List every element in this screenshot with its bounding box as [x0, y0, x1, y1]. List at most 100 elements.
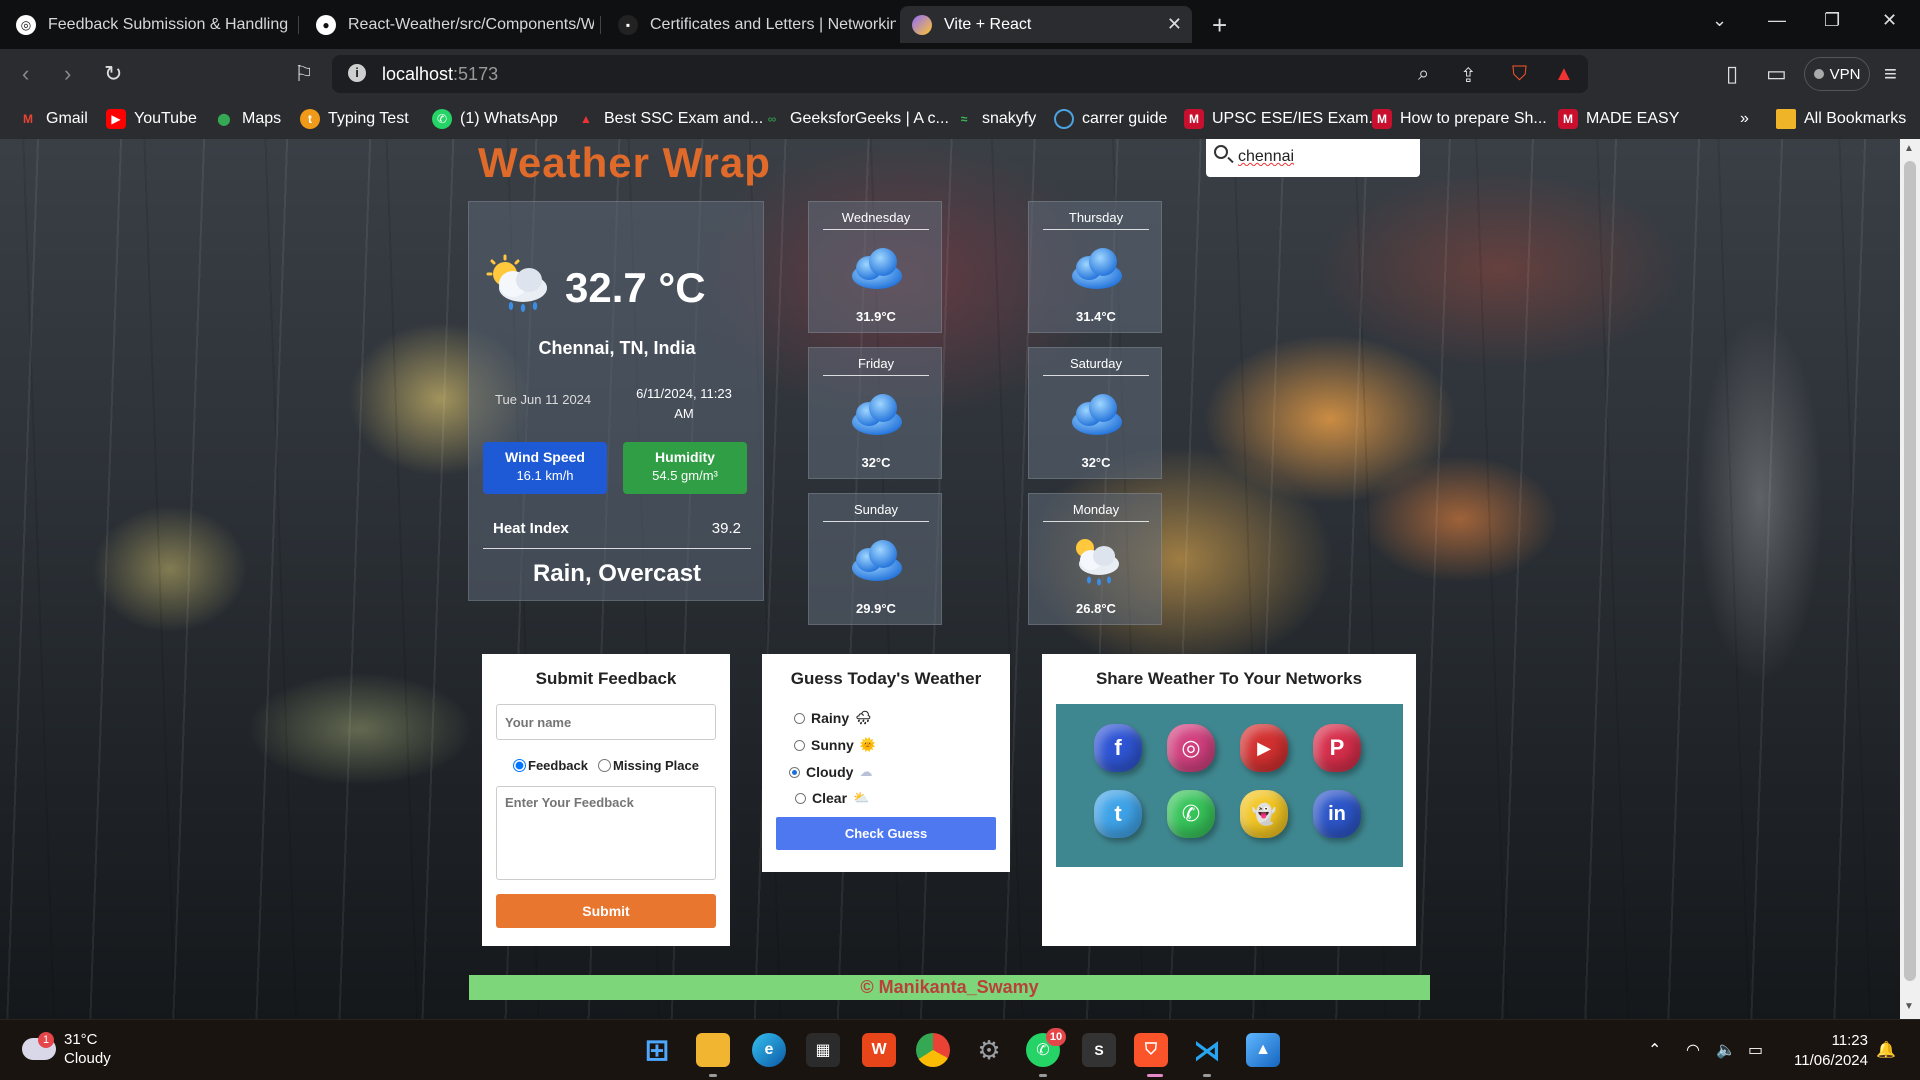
- more-bookmarks-button[interactable]: »: [1740, 107, 1749, 131]
- pinterest-icon[interactable]: P: [1313, 724, 1361, 772]
- bookmark-geeksforgeeks[interactable]: ∞ GeeksforGeeks | A c...: [762, 107, 949, 131]
- tab-search-chevron-icon[interactable]: ⌄: [1712, 10, 1727, 31]
- snipping-tool-icon[interactable]: S: [1082, 1033, 1116, 1067]
- bookmark-youtube[interactable]: ▶ YouTube: [106, 107, 197, 131]
- reload-button[interactable]: ↻: [104, 61, 122, 87]
- radio-button[interactable]: [794, 739, 805, 751]
- page-viewport: Weather Wrap 32.7 °C Chennai, TN, India …: [0, 139, 1900, 1019]
- made-easy-icon: M: [1558, 109, 1578, 129]
- search-input[interactable]: [1238, 145, 1408, 169]
- facebook-icon[interactable]: f: [1094, 724, 1142, 772]
- volume-icon[interactable]: 🔈: [1716, 1040, 1736, 1060]
- settings-gear-icon[interactable]: ⚙: [972, 1033, 1006, 1067]
- bookmark-icon[interactable]: ⚐: [294, 61, 314, 87]
- bookmark-whatsapp[interactable]: ✆ (1) WhatsApp: [432, 107, 558, 131]
- bookmark-how-to-prepare[interactable]: M How to prepare Sh...: [1372, 107, 1547, 131]
- guess-option-rainy[interactable]: Rainy 🌧: [794, 710, 872, 726]
- scroll-down-icon[interactable]: ▼: [1904, 1001, 1914, 1012]
- guess-option-clear[interactable]: Clear ⛅: [795, 790, 869, 806]
- wps-office-icon[interactable]: W: [862, 1033, 896, 1067]
- windows-start-icon[interactable]: ⊞: [640, 1033, 674, 1067]
- geeksforgeeks-icon: ∞: [767, 112, 777, 126]
- scroll-up-icon[interactable]: ▲: [1904, 143, 1914, 154]
- share-title: Share Weather To Your Networks: [1095, 669, 1363, 688]
- bookmark-upsc[interactable]: M UPSC ESE/IES Exam...: [1184, 107, 1382, 131]
- bookmark-typing-test[interactable]: t Typing Test: [300, 107, 409, 131]
- bookmark-maps[interactable]: ⬤ Maps: [214, 107, 281, 131]
- snapchat-icon[interactable]: 👻: [1240, 790, 1288, 838]
- new-tab-button[interactable]: +: [1212, 10, 1227, 41]
- notification-bell-icon[interactable]: 🔔: [1876, 1040, 1896, 1060]
- city-search[interactable]: [1206, 139, 1420, 177]
- wifi-icon[interactable]: ◠: [1686, 1040, 1700, 1060]
- share-icon[interactable]: ⇪: [1460, 63, 1477, 88]
- tab-certificates[interactable]: ▪ Certificates and Letters | Networking: [606, 6, 896, 43]
- microsoft-store-icon[interactable]: ▦: [806, 1033, 840, 1067]
- tab-feedback-submission[interactable]: ◎ Feedback Submission & Handling: [4, 6, 294, 43]
- bookmark-carrer-guide[interactable]: carrer guide: [1054, 107, 1167, 131]
- brave-browser-icon[interactable]: ⛉: [1134, 1033, 1168, 1067]
- scroll-thumb[interactable]: [1904, 161, 1916, 981]
- vscode-icon[interactable]: ⋊: [1190, 1033, 1224, 1067]
- heat-index-value: 39.2: [711, 520, 741, 537]
- notification-badge: 1: [38, 1032, 54, 1048]
- radio-missing-place[interactable]: Missing Place: [598, 758, 699, 773]
- vpn-button[interactable]: VPN: [1804, 57, 1870, 91]
- youtube-icon[interactable]: ▶: [1240, 724, 1288, 772]
- radio-button-selected[interactable]: [789, 766, 800, 778]
- battery-icon[interactable]: ▭: [1748, 1040, 1763, 1060]
- minimize-button[interactable]: —: [1768, 10, 1786, 31]
- current-datetime: 6/11/2024, 11:23 AM: [629, 384, 739, 424]
- radio-feedback-input[interactable]: [513, 759, 527, 772]
- address-bar[interactable]: i localhost:5173 ⌕ ⇪ ⛉ ▲: [332, 55, 1588, 93]
- rain-background: [0, 139, 1900, 1019]
- whatsapp-icon[interactable]: ✆: [1167, 790, 1215, 838]
- guess-option-cloudy[interactable]: Cloudy ☁: [789, 764, 872, 780]
- running-indicator: [1039, 1074, 1047, 1077]
- check-guess-button[interactable]: Check Guess: [776, 817, 996, 850]
- twitter-icon[interactable]: t: [1094, 790, 1142, 838]
- bookmark-snakyfy[interactable]: ≈ snakyfy: [954, 107, 1037, 131]
- forecast-day: Wednesday: [841, 210, 911, 225]
- wallet-icon[interactable]: ▭: [1766, 61, 1787, 87]
- menu-icon[interactable]: ≡: [1884, 61, 1897, 87]
- edge-icon[interactable]: e: [752, 1033, 786, 1067]
- show-hidden-icons-button[interactable]: ⌃: [1648, 1040, 1661, 1060]
- bookmark-gmail[interactable]: M Gmail: [18, 107, 88, 131]
- forecast-temp: 31.9°C: [856, 309, 896, 324]
- close-window-button[interactable]: ✕: [1882, 10, 1897, 31]
- instagram-icon[interactable]: ◎: [1167, 724, 1215, 772]
- bookmark-ssc[interactable]: ▲ Best SSC Exam and...: [576, 107, 763, 131]
- page-scrollbar[interactable]: ▲ ▼: [1900, 139, 1920, 1019]
- site-info-icon[interactable]: i: [348, 64, 366, 82]
- chrome-icon[interactable]: [916, 1033, 950, 1067]
- guess-option-sunny[interactable]: Sunny 🌞: [794, 737, 876, 753]
- linkedin-icon[interactable]: in: [1313, 790, 1361, 838]
- zoom-icon[interactable]: ⌕: [1418, 63, 1429, 86]
- bookmark-made-easy[interactable]: M MADE EASY: [1558, 107, 1679, 131]
- name-input[interactable]: [496, 704, 716, 740]
- taskbar-weather-widget[interactable]: 1 31°C Cloudy: [22, 1030, 111, 1068]
- taskbar-clock[interactable]: 11:23 11/06/2024: [1788, 1031, 1868, 1071]
- share-icons-panel: f ◎ ▶ P t ✆ 👻 in: [1056, 704, 1403, 867]
- feedback-textarea[interactable]: [496, 786, 716, 880]
- radio-button[interactable]: [794, 712, 805, 724]
- brave-rewards-icon[interactable]: ▲: [1554, 63, 1574, 86]
- radio-feedback[interactable]: Feedback: [513, 758, 588, 773]
- radio-button[interactable]: [795, 792, 806, 804]
- submit-button[interactable]: Submit: [496, 894, 716, 928]
- tab-vite-react[interactable]: Vite + React ✕: [900, 6, 1192, 43]
- active-indicator: [1147, 1074, 1163, 1077]
- photos-icon[interactable]: ▲: [1246, 1033, 1280, 1067]
- file-explorer-icon[interactable]: [696, 1033, 730, 1067]
- all-bookmarks-folder[interactable]: All Bookmarks: [1776, 107, 1906, 131]
- forward-button[interactable]: ›: [64, 61, 71, 87]
- running-indicator: [709, 1074, 717, 1077]
- restore-button[interactable]: ❐: [1824, 10, 1840, 31]
- close-icon[interactable]: ✕: [1167, 14, 1182, 35]
- brave-shield-icon[interactable]: ⛉: [1512, 63, 1527, 86]
- sidebar-icon[interactable]: ▯: [1726, 61, 1738, 87]
- back-button[interactable]: ‹: [22, 61, 29, 87]
- tab-github[interactable]: ● React-Weather/src/Components/We: [304, 6, 594, 43]
- radio-missing-place-input[interactable]: [598, 759, 611, 772]
